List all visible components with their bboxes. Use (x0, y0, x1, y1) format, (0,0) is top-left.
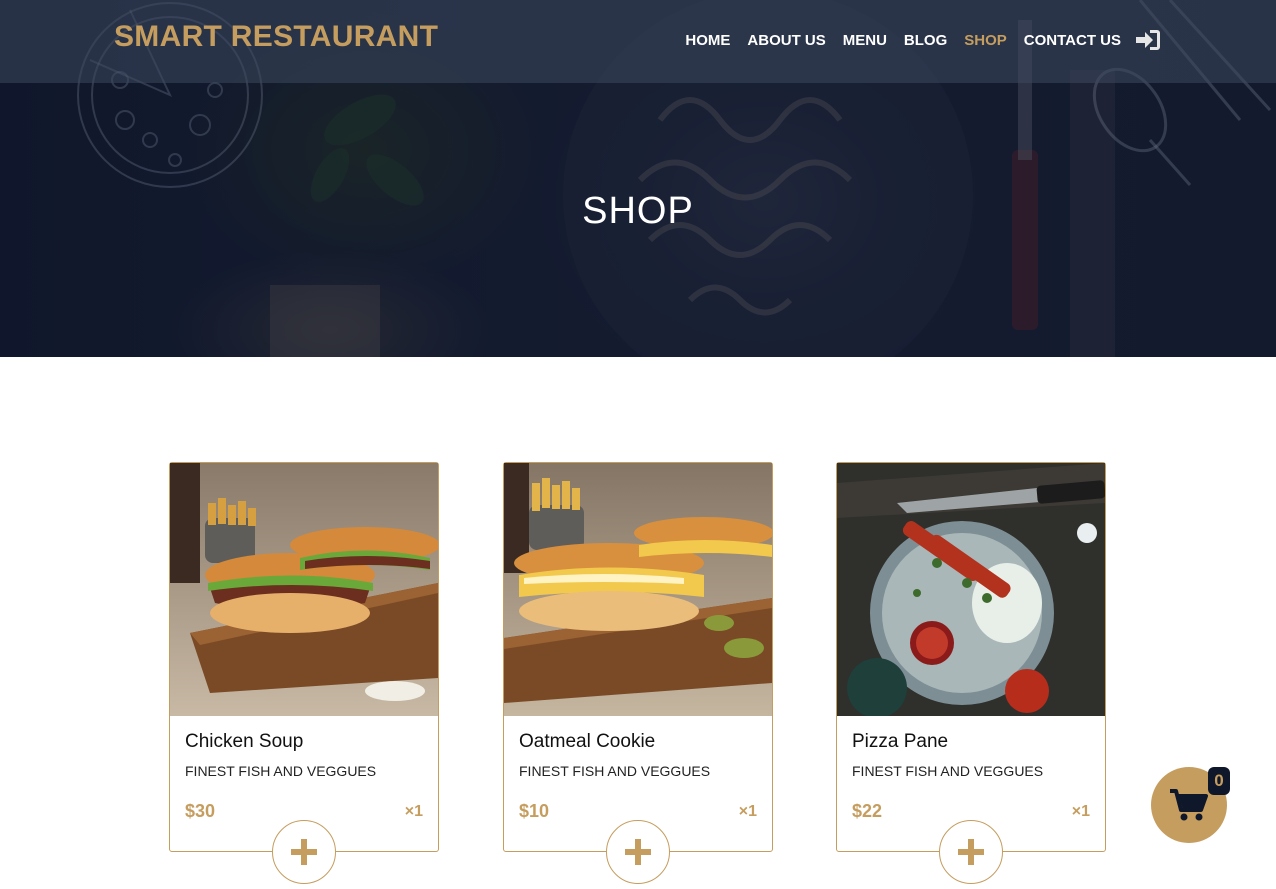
cart-count-badge: 0 (1208, 767, 1230, 795)
product-description: FINEST FISH AND VEGGUES (185, 763, 377, 779)
product-quantity: ×1 (1071, 803, 1090, 820)
product-price: $22 (852, 801, 883, 821)
product-image (170, 463, 438, 716)
nav-shop[interactable]: SHOP (964, 32, 1007, 49)
product-description: FINEST FISH AND VEGGUES (519, 763, 711, 779)
shopping-cart-icon (1170, 789, 1208, 821)
product-price: $10 (519, 801, 550, 821)
product-image (504, 463, 772, 716)
brand-logo[interactable]: SMART RESTAURANT (114, 20, 438, 54)
add-to-cart-button[interactable] (939, 820, 1003, 884)
product-card: Chicken Soup FINEST FISH AND VEGGUES $30… (169, 462, 439, 884)
top-navbar: SMART RESTAURANT HOME ABOUT US MENU BLOG… (0, 0, 1276, 83)
plus-icon (958, 839, 984, 865)
plus-icon (291, 839, 317, 865)
main-nav: HOME ABOUT US MENU BLOG SHOP CONTACT US (668, 29, 1161, 51)
product-quantity: ×1 (738, 803, 757, 820)
product-image (837, 463, 1105, 716)
sign-in-icon[interactable] (1135, 29, 1161, 51)
hero-banner: SMART RESTAURANT HOME ABOUT US MENU BLOG… (0, 0, 1276, 357)
product-card: Pizza Pane FINEST FISH AND VEGGUES $22 ×… (836, 462, 1106, 884)
product-name[interactable]: Oatmeal Cookie (519, 731, 655, 753)
nav-blog[interactable]: BLOG (904, 32, 947, 49)
product-quantity: ×1 (404, 803, 423, 820)
nav-home[interactable]: HOME (685, 32, 730, 49)
product-name[interactable]: Pizza Pane (852, 731, 948, 753)
nav-about-us[interactable]: ABOUT US (747, 32, 825, 49)
product-card: Oatmeal Cookie FINEST FISH AND VEGGUES $… (503, 462, 773, 884)
plus-icon (625, 839, 651, 865)
product-description: FINEST FISH AND VEGGUES (852, 763, 1044, 779)
add-to-cart-button[interactable] (272, 820, 336, 884)
nav-menu[interactable]: MENU (843, 32, 887, 49)
page-title: SHOP (582, 190, 694, 232)
product-name[interactable]: Chicken Soup (185, 731, 303, 753)
nav-contact-us[interactable]: CONTACT US (1024, 32, 1121, 49)
product-price: $30 (185, 801, 216, 821)
add-to-cart-button[interactable] (606, 820, 670, 884)
